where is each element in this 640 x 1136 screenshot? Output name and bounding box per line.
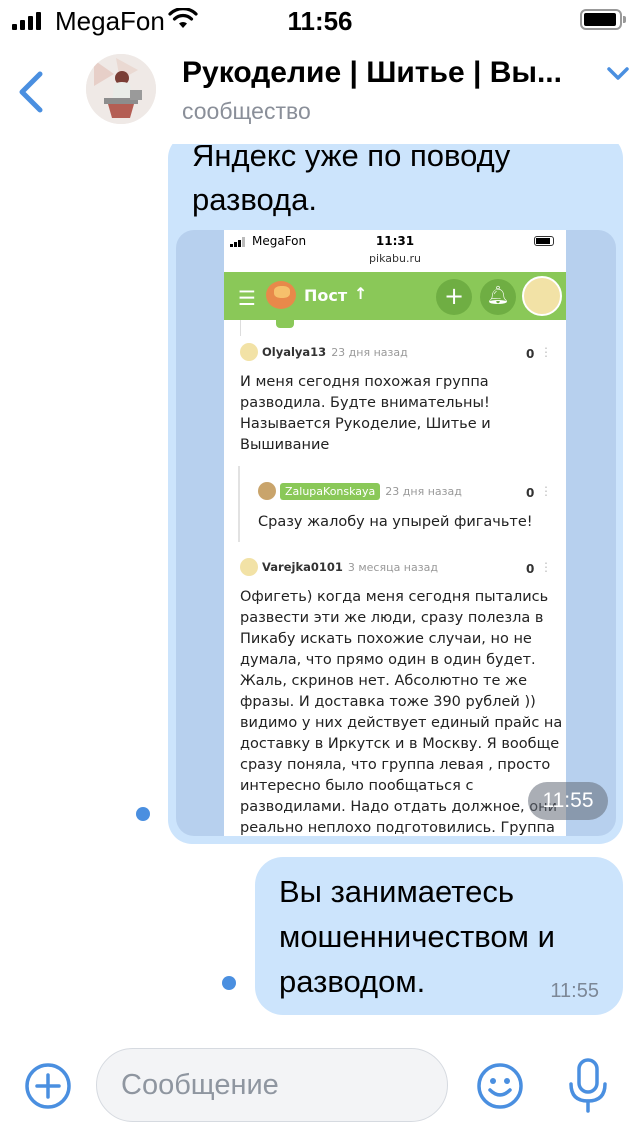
comment-score: 0 <box>526 347 535 361</box>
avatar <box>240 558 258 576</box>
comment-text: Офигеть) когда меня сегодня пытались раз… <box>240 589 563 836</box>
message-time: 11:55 <box>528 782 608 820</box>
avatar <box>522 276 562 316</box>
bell-icon: 🔔︎ <box>480 279 516 315</box>
message-list[interactable]: Яндекс уже по поводу развода. MegaFon 11… <box>0 144 640 1034</box>
chat-subtitle: сообщество <box>182 98 311 124</box>
avatar <box>240 343 258 361</box>
comment-header: Varejka0101 3 месяца назад <box>240 558 438 580</box>
screenshot-domain: pikabu.ru <box>369 252 421 265</box>
smile-icon[interactable] <box>476 1062 524 1110</box>
comment-header: Olyalya13 23 дня назад <box>240 343 408 365</box>
microphone-icon[interactable] <box>568 1058 608 1114</box>
more-icon: ⋮ <box>540 560 552 574</box>
message-time: 11:55 <box>550 980 599 1002</box>
comment-score: 0 <box>526 486 535 500</box>
chevron-left-icon[interactable] <box>14 70 48 114</box>
comment-text: Сразу жалобу на упырей фигачьте! <box>258 514 533 530</box>
unread-dot <box>136 807 150 821</box>
battery-icon <box>534 236 554 246</box>
chat-title[interactable]: Рукоделие | Шитье | Вы... <box>182 56 592 90</box>
message-input[interactable]: Сообщение <box>96 1048 448 1122</box>
comment-text: И меня сегодня похожая группа разводила.… <box>240 374 491 453</box>
plus-icon: + <box>436 279 472 315</box>
chevron-down-icon[interactable] <box>606 66 630 82</box>
screenshot-status-bar: MegaFon 11:31 <box>224 230 566 252</box>
battery-icon <box>580 9 626 30</box>
composer: Сообщение <box>0 1034 640 1136</box>
status-bar: MegaFon 11:56 <box>0 0 640 40</box>
unread-dot <box>222 976 236 990</box>
avatar <box>258 482 276 500</box>
comment-header: ZalupaKonskaya 23 дня назад <box>258 482 462 504</box>
more-icon: ⋮ <box>540 484 552 498</box>
pikabu-topbar: ☰ Пост ↑ + 🔔︎ <box>224 272 566 320</box>
image-attachment[interactable]: MegaFon 11:31 pikabu.ru ☰ Пост ↑ + 🔔︎ Ol… <box>176 230 616 836</box>
message-bubble[interactable]: Яндекс уже по поводу развода. MegaFon 11… <box>168 144 623 844</box>
message-text: Яндекс уже по поводу развода. <box>192 144 511 217</box>
menu-icon: ☰ <box>238 286 256 310</box>
community-avatar[interactable] <box>86 54 156 124</box>
pikabu-logo-icon <box>266 281 296 309</box>
arrow-up-icon: ↑ <box>354 284 368 303</box>
screenshot-image: MegaFon 11:31 pikabu.ru ☰ Пост ↑ + 🔔︎ Ol… <box>224 230 566 836</box>
clock: 11:56 <box>287 6 353 36</box>
plus-icon[interactable] <box>24 1062 72 1110</box>
more-icon: ⋮ <box>540 345 552 359</box>
chat-header: Рукоделие | Шитье | Вы... сообщество <box>0 40 640 144</box>
message-bubble[interactable]: Вы занимаетесь мошенничеством и разводом… <box>255 857 623 1015</box>
comment-score: 0 <box>526 562 535 576</box>
